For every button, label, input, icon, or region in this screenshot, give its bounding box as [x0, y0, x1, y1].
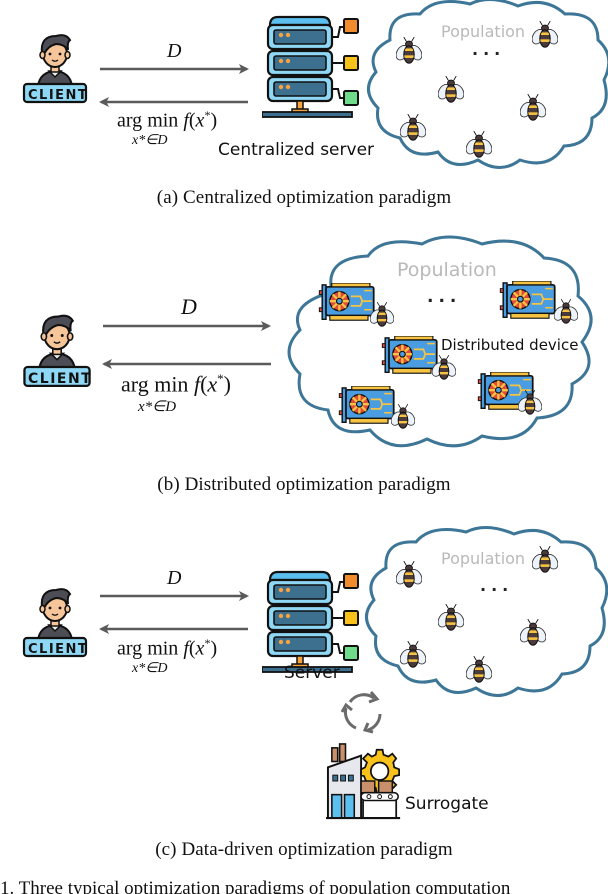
argmin-min: min — [147, 637, 179, 660]
distributed-device-label: Distributed device — [441, 336, 579, 354]
return-arrow-label: arg min f(x*) — [117, 636, 217, 661]
gpu-device-icon — [318, 283, 376, 325]
figure-caption-partial: 1. Three typical optimization paradigms … — [0, 878, 511, 894]
server-icon — [262, 13, 362, 123]
gpu-device-icon — [338, 386, 396, 428]
bee-icon — [520, 93, 546, 123]
paren-close: ) — [210, 109, 218, 132]
argmin-subscript: x*∈D — [132, 133, 168, 148]
argmin-subscript: x*∈D — [132, 661, 168, 676]
forward-arrow-label: D — [167, 567, 182, 589]
population-label: Population — [441, 22, 526, 41]
server-label: Centralized server — [218, 140, 375, 160]
bee-icon — [400, 113, 426, 143]
argmin-var: x — [207, 371, 218, 397]
argmin-arg: arg — [117, 109, 143, 132]
argmin-min: min — [147, 109, 179, 132]
factory-surrogate-icon — [326, 742, 404, 820]
ellipsis: ... — [427, 287, 462, 307]
argmin-min: min — [154, 371, 189, 397]
caption-b: (b) Distributed optimization paradigm — [157, 474, 451, 495]
gpu-device-icon — [499, 281, 557, 323]
bee-icon — [432, 354, 456, 382]
paren-close: ) — [223, 371, 231, 397]
paren-open: ( — [188, 637, 196, 660]
paren-close: ) — [210, 637, 218, 660]
ellipsis: ... — [472, 40, 506, 59]
server-icon — [262, 568, 362, 678]
bee-icon — [532, 545, 558, 575]
argmin-arg: arg — [121, 371, 149, 397]
gpu-device-icon — [381, 336, 439, 378]
bee-icon — [438, 75, 464, 105]
bee-icon — [520, 618, 546, 648]
argmin-arg: arg — [117, 637, 143, 660]
ellipsis: ... — [480, 576, 514, 595]
figure-caption-clip: 1. Three typical optimization paradigms … — [0, 872, 608, 894]
caption-a: (a) Centralized optimization paradigm — [156, 187, 452, 208]
bee-icon — [518, 389, 542, 417]
bee-icon — [466, 655, 492, 685]
server-label: Server — [284, 663, 340, 683]
cycle-refresh-icon — [340, 691, 382, 734]
bee-icon — [400, 640, 426, 670]
bee-icon — [466, 130, 492, 160]
paren-open: ( — [188, 109, 196, 132]
bee-icon — [370, 301, 394, 329]
population-label: Population — [441, 549, 526, 568]
return-arrow-label: arg min f(x*) — [121, 371, 231, 397]
return-arrow-label: arg min f(x*) — [117, 108, 217, 133]
forward-arrow-label: D — [181, 294, 197, 319]
bee-icon — [396, 560, 422, 590]
bee-icon — [532, 20, 558, 50]
caption-c: (c) Data-driven optimization paradigm — [155, 839, 453, 860]
bee-icon — [554, 298, 578, 326]
bee-icon — [396, 36, 422, 66]
argmin-subscript: x*∈D — [138, 399, 177, 415]
population-label: Population — [397, 259, 497, 281]
forward-arrow-label: D — [167, 40, 182, 62]
bee-icon — [391, 403, 415, 431]
surrogate-label: Surrogate — [405, 794, 489, 814]
bee-icon — [438, 603, 464, 633]
